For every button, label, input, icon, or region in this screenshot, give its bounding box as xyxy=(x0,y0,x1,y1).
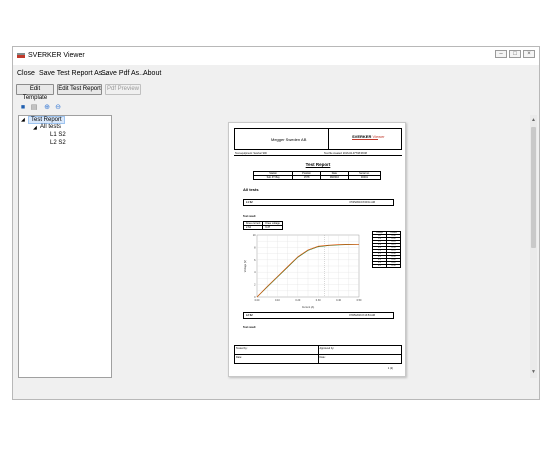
x-tick-label: 0.40 xyxy=(336,299,341,302)
pdf-preview-button[interactable]: Pdf Preview xyxy=(105,84,141,95)
tree-expand-icon[interactable]: ◢ xyxy=(21,117,25,123)
section-time: 07/05/2016 8:09:11 AM xyxy=(349,201,375,204)
date-cell: Date: xyxy=(234,354,319,364)
x-tick-label: 0.50 xyxy=(357,299,362,302)
date-value: 08/2016 xyxy=(319,175,349,180)
report-meta: Test equipment: Sverker 900 Test file cr… xyxy=(234,152,402,156)
title-bar: SVERKER Viewer – □ × xyxy=(13,47,539,65)
app-window: SVERKER Viewer – □ × Close Save Test Rep… xyxy=(12,46,540,400)
zoom-out-icon[interactable]: ⊖ xyxy=(54,104,62,112)
all-tests-heading: All tests xyxy=(243,187,259,192)
menu-save-test-report[interactable]: Save Test Report As... xyxy=(39,70,108,77)
header-divider xyxy=(328,129,329,149)
tree-item-all-tests[interactable]: All tests xyxy=(40,124,61,130)
x-tick-label: 0.00 xyxy=(255,299,260,302)
table-row: 8.5 0.50 xyxy=(372,264,401,268)
knee-table: Knee current Knee voltage 2.64 6.37 xyxy=(242,221,283,230)
x-axis-label: Current (A) xyxy=(302,306,315,309)
edit-test-report-button[interactable]: Edit Test Report xyxy=(57,84,102,95)
y-tick-label: 10 xyxy=(253,234,256,237)
zoom-in-icon[interactable]: ⊕ xyxy=(43,104,51,112)
pdf-viewer: Megger Sweden AB SVERKER Viewer Test equ… xyxy=(116,115,537,381)
knee-voltage-value: 6.37 xyxy=(262,225,283,230)
app-icon xyxy=(17,53,25,58)
knee-current-value: 2.64 xyxy=(242,225,264,230)
scroll-thumb[interactable] xyxy=(531,127,536,248)
report-title: Test Report xyxy=(305,162,331,167)
voltage-current-table: Voltage Current 0.0 0.00 1.6 0.05 3.2 0.10 4.8 0.… xyxy=(372,231,401,268)
date-cell: Date: xyxy=(317,354,402,364)
tested-by-cell: Tested by: xyxy=(234,345,319,355)
serial-value: 00001 xyxy=(347,175,382,180)
x-tick-label: 0.20 xyxy=(295,299,300,302)
knee-current-header: Knee current xyxy=(242,221,264,226)
y-tick-label: 2 xyxy=(254,284,256,287)
tree-item-test-report[interactable]: Test Report xyxy=(28,116,65,124)
y-tick-label: 8 xyxy=(254,246,256,249)
signature-table: Tested by: Approved by: Date: Date: xyxy=(234,345,402,364)
y-axis-label: Voltage (V) xyxy=(244,260,247,273)
menu-bar: Close Save Test Report As... Save Pdf As… xyxy=(13,67,539,81)
menu-save-pdf[interactable]: Save Pdf As... xyxy=(101,70,145,77)
x-tick-label: 0.10 xyxy=(275,299,280,302)
scroll-up-icon[interactable]: ▲ xyxy=(531,117,536,123)
test-result-label: Test result xyxy=(243,326,256,329)
report-page: Megger Sweden AB SVERKER Viewer Test equ… xyxy=(228,122,406,377)
section-bar-l1: L1 S2 07/05/2016 8:09:11 AM xyxy=(243,199,394,206)
report-header: Megger Sweden AB SVERKER Viewer xyxy=(234,128,402,150)
tree-expand-icon[interactable]: ◢ xyxy=(33,125,37,131)
edit-template-button[interactable]: Edit Template xyxy=(16,84,54,101)
scroll-down-icon[interactable]: ▼ xyxy=(531,369,536,375)
knee-voltage-header: Knee voltage xyxy=(262,221,283,226)
section-label: L2 S2 xyxy=(246,314,253,317)
meta-created: Test file created: 2016-02-07T08:08:08 xyxy=(324,152,367,155)
section-bar-l2: L2 S2 07/05/2016 8:13:54 AM xyxy=(243,312,394,319)
save-icon[interactable]: ■ xyxy=(19,104,27,112)
test-result-label: Test result xyxy=(243,215,256,218)
page-number: 1 (2) xyxy=(387,367,393,370)
window-title: SVERKER Viewer xyxy=(28,52,85,59)
vertical-scrollbar[interactable]: ▲ ▼ xyxy=(530,115,537,378)
excitation-chart: 0.0000.1020.2040.3060.4080.5010Current (… xyxy=(244,234,362,309)
x-tick-label: 0.30 xyxy=(316,299,321,302)
tree-item-l2-s2[interactable]: L2 S2 xyxy=(50,140,66,146)
y-tick-label: 4 xyxy=(254,271,256,274)
approved-by-cell: Approved by: xyxy=(317,345,402,355)
minimize-icon[interactable]: – xyxy=(495,50,507,58)
menu-close[interactable]: Close xyxy=(17,70,35,77)
brand-underline xyxy=(352,139,378,140)
y-tick-label: 6 xyxy=(254,259,256,262)
print-icon[interactable]: ▤ xyxy=(30,104,38,112)
section-time: 07/05/2016 8:13:54 AM xyxy=(349,314,375,317)
meta-equipment: Test equipment: Sverker 900 xyxy=(235,152,267,155)
tree-item-l1-s2[interactable]: L1 S2 xyxy=(50,132,66,138)
maximize-icon[interactable]: □ xyxy=(509,50,521,58)
report-tree: ◢ Test Report ◢ All tests L1 S2 L2 S2 xyxy=(18,115,112,378)
voltage-cell: 8.5 xyxy=(372,264,387,268)
current-cell: 0.50 xyxy=(386,264,401,268)
station-table: Station Position Date Serial no. Sub ZT … xyxy=(252,171,382,180)
menu-about[interactable]: About xyxy=(143,70,161,77)
close-icon[interactable]: × xyxy=(523,50,535,58)
station-value: Sub ZT Bay xyxy=(252,175,294,180)
section-label: L1 S2 xyxy=(246,201,253,204)
position-value: 1578 xyxy=(292,175,321,180)
company-name: Megger Sweden AB xyxy=(271,137,307,142)
toolbar: Edit Template Edit Test Report Pdf Previ… xyxy=(13,83,539,101)
